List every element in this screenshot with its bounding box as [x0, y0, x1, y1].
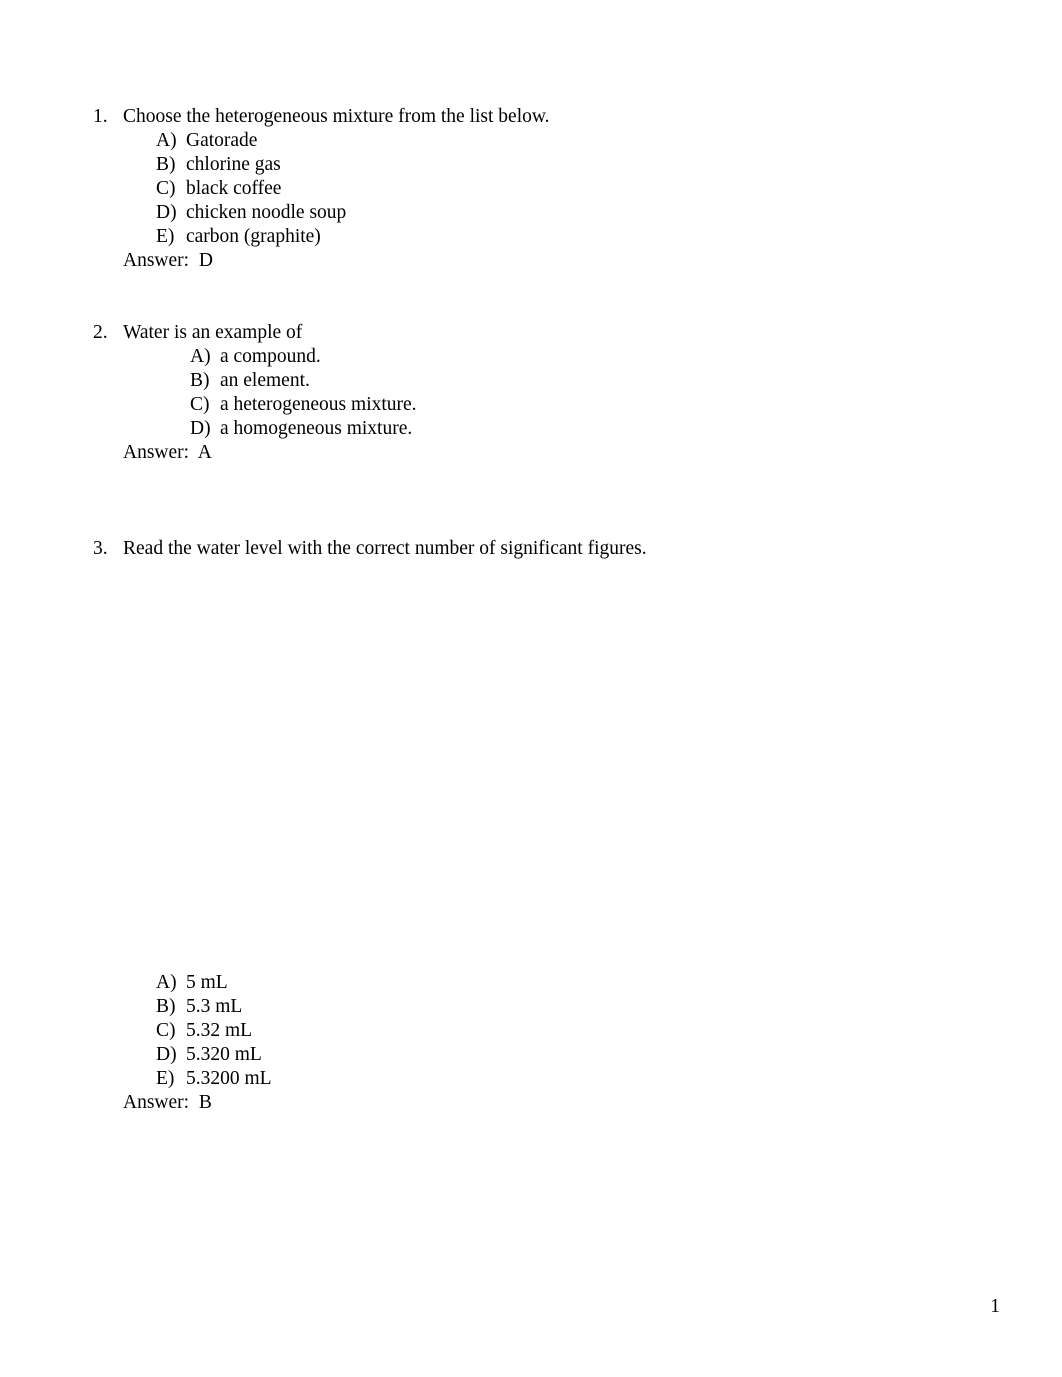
answer-label: Answer: — [123, 250, 190, 271]
question-stem: 1. Choose the heterogeneous mixture from … — [0, 105, 1062, 129]
option-list: A) a compound. B) an element. C) a heterogene… — [0, 345, 1062, 441]
option-item[interactable]: B) chlorine gas — [0, 153, 1062, 177]
option-text: 5.320 mL — [186, 1044, 262, 1065]
answer-line: Answer: D — [0, 249, 1062, 273]
option-letter: E) — [156, 226, 175, 247]
question-text: Read the water level with the correct nu… — [123, 538, 647, 559]
option-text: black coffee — [186, 178, 282, 199]
page-number: 1 — [990, 1296, 1000, 1317]
question-spacer — [0, 465, 1062, 537]
answer-line: Answer: B — [0, 1091, 1062, 1115]
answer-value: B — [198, 1092, 212, 1113]
question-text: Choose the heterogeneous mixture from th… — [123, 106, 550, 127]
option-text: chicken noodle soup — [186, 202, 347, 223]
question-text: Water is an example of — [123, 322, 303, 343]
option-item[interactable]: C) a heterogeneous mixture. — [0, 393, 1062, 417]
option-text: chlorine gas — [186, 154, 281, 175]
question-number: 1. — [93, 106, 108, 127]
question-spacer — [0, 273, 1062, 321]
option-item[interactable]: C) black coffee — [0, 177, 1062, 201]
option-text: 5.3 mL — [186, 996, 243, 1017]
option-item[interactable]: E) carbon (graphite) — [0, 225, 1062, 249]
answer-value: D — [198, 250, 213, 271]
top-margin — [0, 0, 1062, 105]
answer-label: Answer: — [123, 442, 190, 463]
option-item[interactable]: A) a compound. — [0, 345, 1062, 369]
option-letter: D) — [190, 418, 211, 439]
answer-line: Answer: A — [0, 441, 1062, 465]
option-letter: A) — [156, 130, 177, 151]
option-item[interactable]: C) 5.32 mL — [0, 1019, 1062, 1043]
option-text: a compound. — [220, 346, 321, 367]
option-text: carbon (graphite) — [186, 226, 321, 247]
option-letter: D) — [156, 202, 177, 223]
option-letter: B) — [190, 370, 210, 391]
question-block: 1. Choose the heterogeneous mixture from … — [0, 105, 1062, 273]
option-letter: B) — [156, 154, 176, 175]
option-letter: C) — [190, 394, 210, 415]
option-item[interactable]: B) an element. — [0, 369, 1062, 393]
option-letter: B) — [156, 996, 176, 1017]
option-list: A) Gatorade B) chlorine gas C) black coffee D)… — [0, 129, 1062, 249]
option-text: a homogeneous mixture. — [220, 418, 413, 439]
option-letter: E) — [156, 1068, 175, 1089]
option-text: 5 mL — [186, 972, 228, 993]
option-text: a heterogeneous mixture. — [220, 394, 417, 415]
answer-value: A — [197, 442, 212, 463]
option-letter: C) — [156, 1020, 176, 1041]
option-letter: A) — [190, 346, 211, 367]
question-block: 3. Read the water level with the correct … — [0, 537, 1062, 1115]
option-letter: A) — [156, 972, 177, 993]
document-page: 1. Choose the heterogeneous mixture from … — [0, 0, 1062, 1377]
option-item[interactable]: A) Gatorade — [0, 129, 1062, 153]
option-item[interactable]: D) chicken noodle soup — [0, 201, 1062, 225]
option-item[interactable]: D) 5.320 mL — [0, 1043, 1062, 1067]
option-letter: D) — [156, 1044, 177, 1065]
option-text: 5.3200 mL — [186, 1068, 272, 1089]
question-block: 2. Water is an example of A) a compound. B) a… — [0, 321, 1062, 465]
answer-label: Answer: — [123, 1092, 190, 1113]
option-list: A) 5 mL B) 5.3 mL C) 5.32 mL D) 5.320 mL E) 5.320… — [0, 971, 1062, 1091]
question-number: 2. — [93, 322, 108, 343]
answer-separator — [189, 442, 198, 463]
option-text: Gatorade — [186, 130, 258, 151]
option-item[interactable]: E) 5.3200 mL — [0, 1067, 1062, 1091]
option-item[interactable]: A) 5 mL — [0, 971, 1062, 995]
question-figure — [0, 561, 1062, 971]
document-content: 1. Choose the heterogeneous mixture from … — [0, 0, 1062, 1115]
option-text: 5.32 mL — [186, 1020, 253, 1041]
option-item[interactable]: B) 5.3 mL — [0, 995, 1062, 1019]
question-stem: 3. Read the water level with the correct … — [0, 537, 1062, 561]
question-number: 3. — [93, 538, 108, 559]
option-item[interactable]: D) a homogeneous mixture. — [0, 417, 1062, 441]
option-text: an element. — [220, 370, 310, 391]
answer-separator — [189, 250, 199, 271]
option-letter: C) — [156, 178, 176, 199]
question-stem: 2. Water is an example of — [0, 321, 1062, 345]
answer-separator — [189, 1092, 199, 1113]
